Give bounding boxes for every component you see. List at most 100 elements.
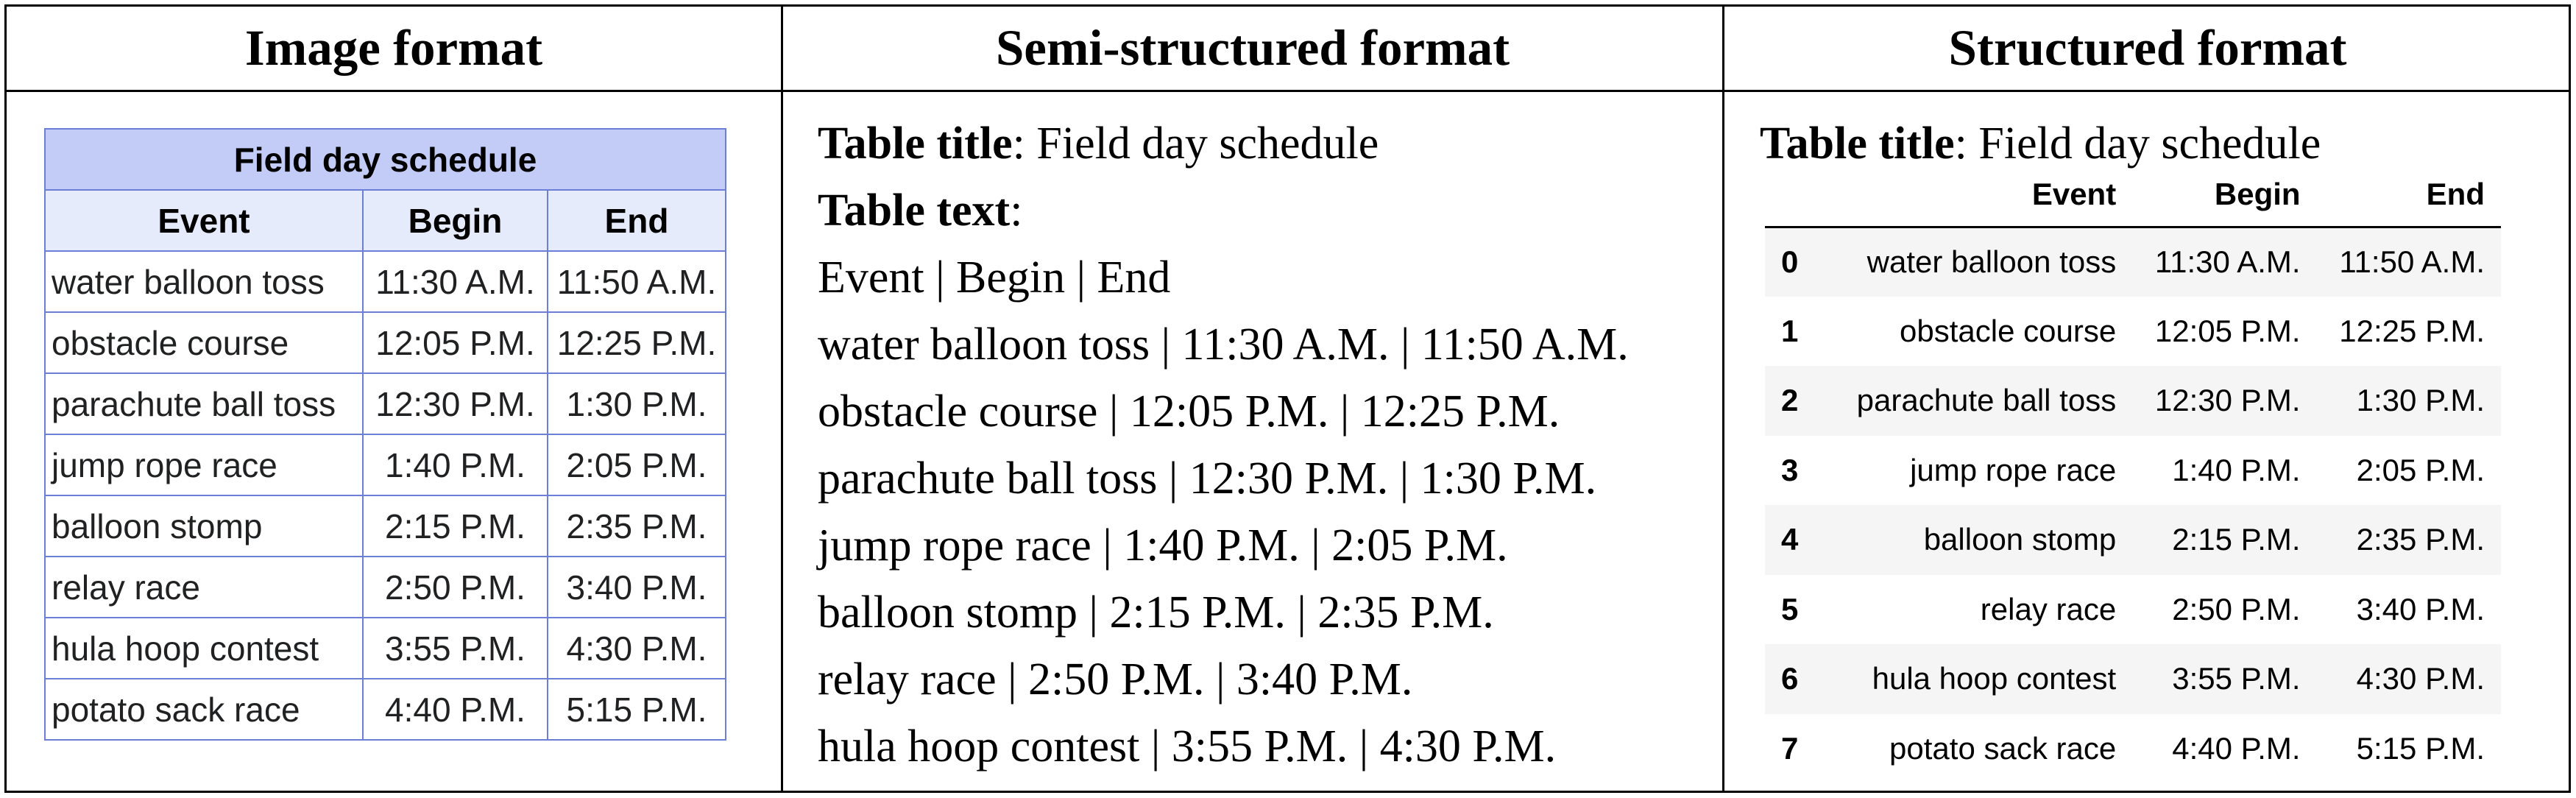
df-row: 6 hula hoop contest 3:55 P.M. 4:30 P.M. [1765, 644, 2501, 714]
semi-text-line: hula hoop contest | 3:55 P.M. | 4:30 P.M… [818, 721, 1557, 771]
df-begin-cell: 1:40 P.M. [2172, 452, 2301, 487]
column-header-end: End [547, 189, 726, 252]
begin-cell: 11:30 A.M. [362, 250, 548, 313]
begin-cell: 2:50 P.M. [362, 556, 548, 618]
event-cell: parachute ball toss [44, 372, 364, 435]
event-cell: obstacle course [44, 311, 364, 374]
df-row: 1 obstacle course 12:05 P.M. 12:25 P.M. [1765, 297, 2501, 367]
column-divider [1722, 7, 1724, 791]
df-event-cell: obstacle course [1900, 313, 2117, 348]
header-divider [7, 90, 2569, 92]
df-begin-cell: 11:30 A.M. [2132, 227, 2317, 297]
end-cell: 12:25 P.M. [547, 311, 726, 374]
event-cell: jump rope race [44, 434, 364, 496]
df-row: 4 balloon stomp 2:15 P.M. 2:35 P.M. [1765, 505, 2501, 575]
event-cell: hula hoop contest [44, 617, 364, 679]
df-row: 7 potato sack race 4:40 P.M. 5:15 P.M. [1765, 714, 2501, 784]
df-begin-cell: 2:15 P.M. [2132, 505, 2317, 575]
df-end-cell: 1:30 P.M. [2316, 366, 2501, 436]
table-row: parachute ball toss 12:30 P.M. 1:30 P.M. [44, 372, 726, 435]
df-column-header-begin: Begin [2132, 163, 2317, 228]
column-divider [781, 7, 783, 791]
begin-cell: 4:40 P.M. [362, 678, 548, 741]
df-row: 0 water balloon toss 11:30 A.M. 11:50 A.… [1765, 227, 2501, 297]
row-index: 1 [1781, 313, 1799, 348]
table-row: balloon stomp 2:15 P.M. 2:35 P.M. [44, 495, 726, 557]
df-end-cell: 12:25 P.M. [2339, 313, 2485, 348]
table-row: relay race 2:50 P.M. 3:40 P.M. [44, 556, 726, 618]
semi-structured-format-heading: Semi-structured format [995, 20, 1510, 76]
table-row: water balloon toss 11:30 A.M. 11:50 A.M. [44, 250, 726, 313]
semi-text-line: parachute ball toss | 12:30 P.M. | 1:30 … [818, 453, 1597, 504]
end-cell: 1:30 P.M. [547, 372, 726, 435]
df-event-cell: relay race [1980, 591, 2117, 626]
df-event-cell: parachute ball toss [1824, 366, 2133, 436]
df-row: 3 jump rope race 1:40 P.M. 2:05 P.M. [1765, 436, 2501, 506]
row-index: 6 [1765, 644, 1824, 714]
event-cell: water balloon toss [44, 250, 364, 313]
df-end-cell: 4:30 P.M. [2316, 644, 2501, 714]
event-cell: balloon stomp [44, 495, 364, 557]
semi-text-line: Event | Begin | End [818, 253, 1171, 303]
df-begin-cell: 3:55 P.M. [2132, 644, 2317, 714]
table-row: obstacle course 12:05 P.M. 12:25 P.M. [44, 311, 726, 374]
df-event-cell: potato sack race [1889, 730, 2117, 766]
end-cell: 5:15 P.M. [547, 678, 726, 741]
begin-cell: 3:55 P.M. [362, 617, 548, 679]
df-row: 2 parachute ball toss 12:30 P.M. 1:30 P.… [1765, 366, 2501, 436]
df-event-cell: balloon stomp [1824, 505, 2133, 575]
semi-text-line: relay race | 2:50 P.M. | 3:40 P.M. [818, 654, 1413, 705]
semi-text-line: jump rope race | 1:40 P.M. | 2:05 P.M. [818, 520, 1508, 571]
df-begin-cell: 12:05 P.M. [2154, 313, 2301, 348]
end-cell: 3:40 P.M. [547, 556, 726, 618]
df-end-cell: 11:50 A.M. [2316, 227, 2501, 297]
semi-title-value: Field day schedule [1036, 119, 1379, 169]
table-row: hula hoop contest 3:55 P.M. 4:30 P.M. [44, 617, 726, 679]
df-row: 5 relay race 2:50 P.M. 3:40 P.M. [1765, 575, 2501, 645]
semi-text-line: water balloon toss | 11:30 A.M. | 11:50 … [818, 319, 1629, 370]
row-index: 5 [1781, 591, 1799, 626]
row-index: 0 [1765, 227, 1824, 297]
semi-structured-text: Table title: Field day schedule Table te… [818, 110, 1629, 780]
event-cell: potato sack race [44, 678, 364, 741]
end-cell: 2:35 P.M. [547, 495, 726, 557]
df-event-cell: jump rope race [1910, 452, 2117, 487]
index-header [1765, 163, 1824, 228]
df-end-cell: 5:15 P.M. [2356, 730, 2485, 766]
df-event-cell: hula hoop contest [1824, 644, 2133, 714]
structured-title-value: Field day schedule [1978, 119, 2321, 169]
semi-text-line: balloon stomp | 2:15 P.M. | 2:35 P.M. [818, 587, 1494, 638]
df-end-cell: 2:35 P.M. [2316, 505, 2501, 575]
structured-format-heading: Structured format [1948, 20, 2347, 76]
begin-cell: 1:40 P.M. [362, 434, 548, 496]
df-begin-cell: 12:30 P.M. [2132, 366, 2317, 436]
table-row: potato sack race 4:40 P.M. 5:15 P.M. [44, 678, 726, 741]
event-cell: relay race [44, 556, 364, 618]
df-end-cell: 2:05 P.M. [2356, 452, 2485, 487]
semi-title-line: Table title: Field day schedule [818, 119, 1379, 169]
semi-title-label: Table title [818, 119, 1013, 169]
end-cell: 4:30 P.M. [547, 617, 726, 679]
df-begin-cell: 4:40 P.M. [2172, 730, 2301, 766]
row-index: 3 [1781, 452, 1799, 487]
begin-cell: 12:30 P.M. [362, 372, 548, 435]
column-header-begin: Begin [362, 189, 548, 252]
table-caption: Field day schedule [44, 128, 726, 191]
row-index: 7 [1781, 730, 1799, 766]
df-end-cell: 3:40 P.M. [2356, 591, 2485, 626]
df-begin-cell: 2:50 P.M. [2172, 591, 2301, 626]
end-cell: 2:05 P.M. [547, 434, 726, 496]
row-index: 2 [1765, 366, 1824, 436]
structured-title-label: Table title [1760, 119, 1955, 169]
column-header-event: Event [44, 189, 364, 252]
df-column-header-event: Event [1824, 163, 2133, 228]
semi-text-label: Table text [818, 186, 1011, 236]
structured-dataframe: Event Begin End 0 water balloon toss 11:… [1765, 163, 2501, 783]
image-format-heading: Image format [244, 20, 543, 76]
image-format-table: Field day schedule Event Begin End water… [44, 128, 726, 741]
begin-cell: 12:05 P.M. [362, 311, 548, 374]
semi-text-label-line: Table text: [818, 186, 1023, 236]
df-event-cell: water balloon toss [1824, 227, 2133, 297]
df-column-header-end: End [2316, 163, 2501, 228]
begin-cell: 2:15 P.M. [362, 495, 548, 557]
